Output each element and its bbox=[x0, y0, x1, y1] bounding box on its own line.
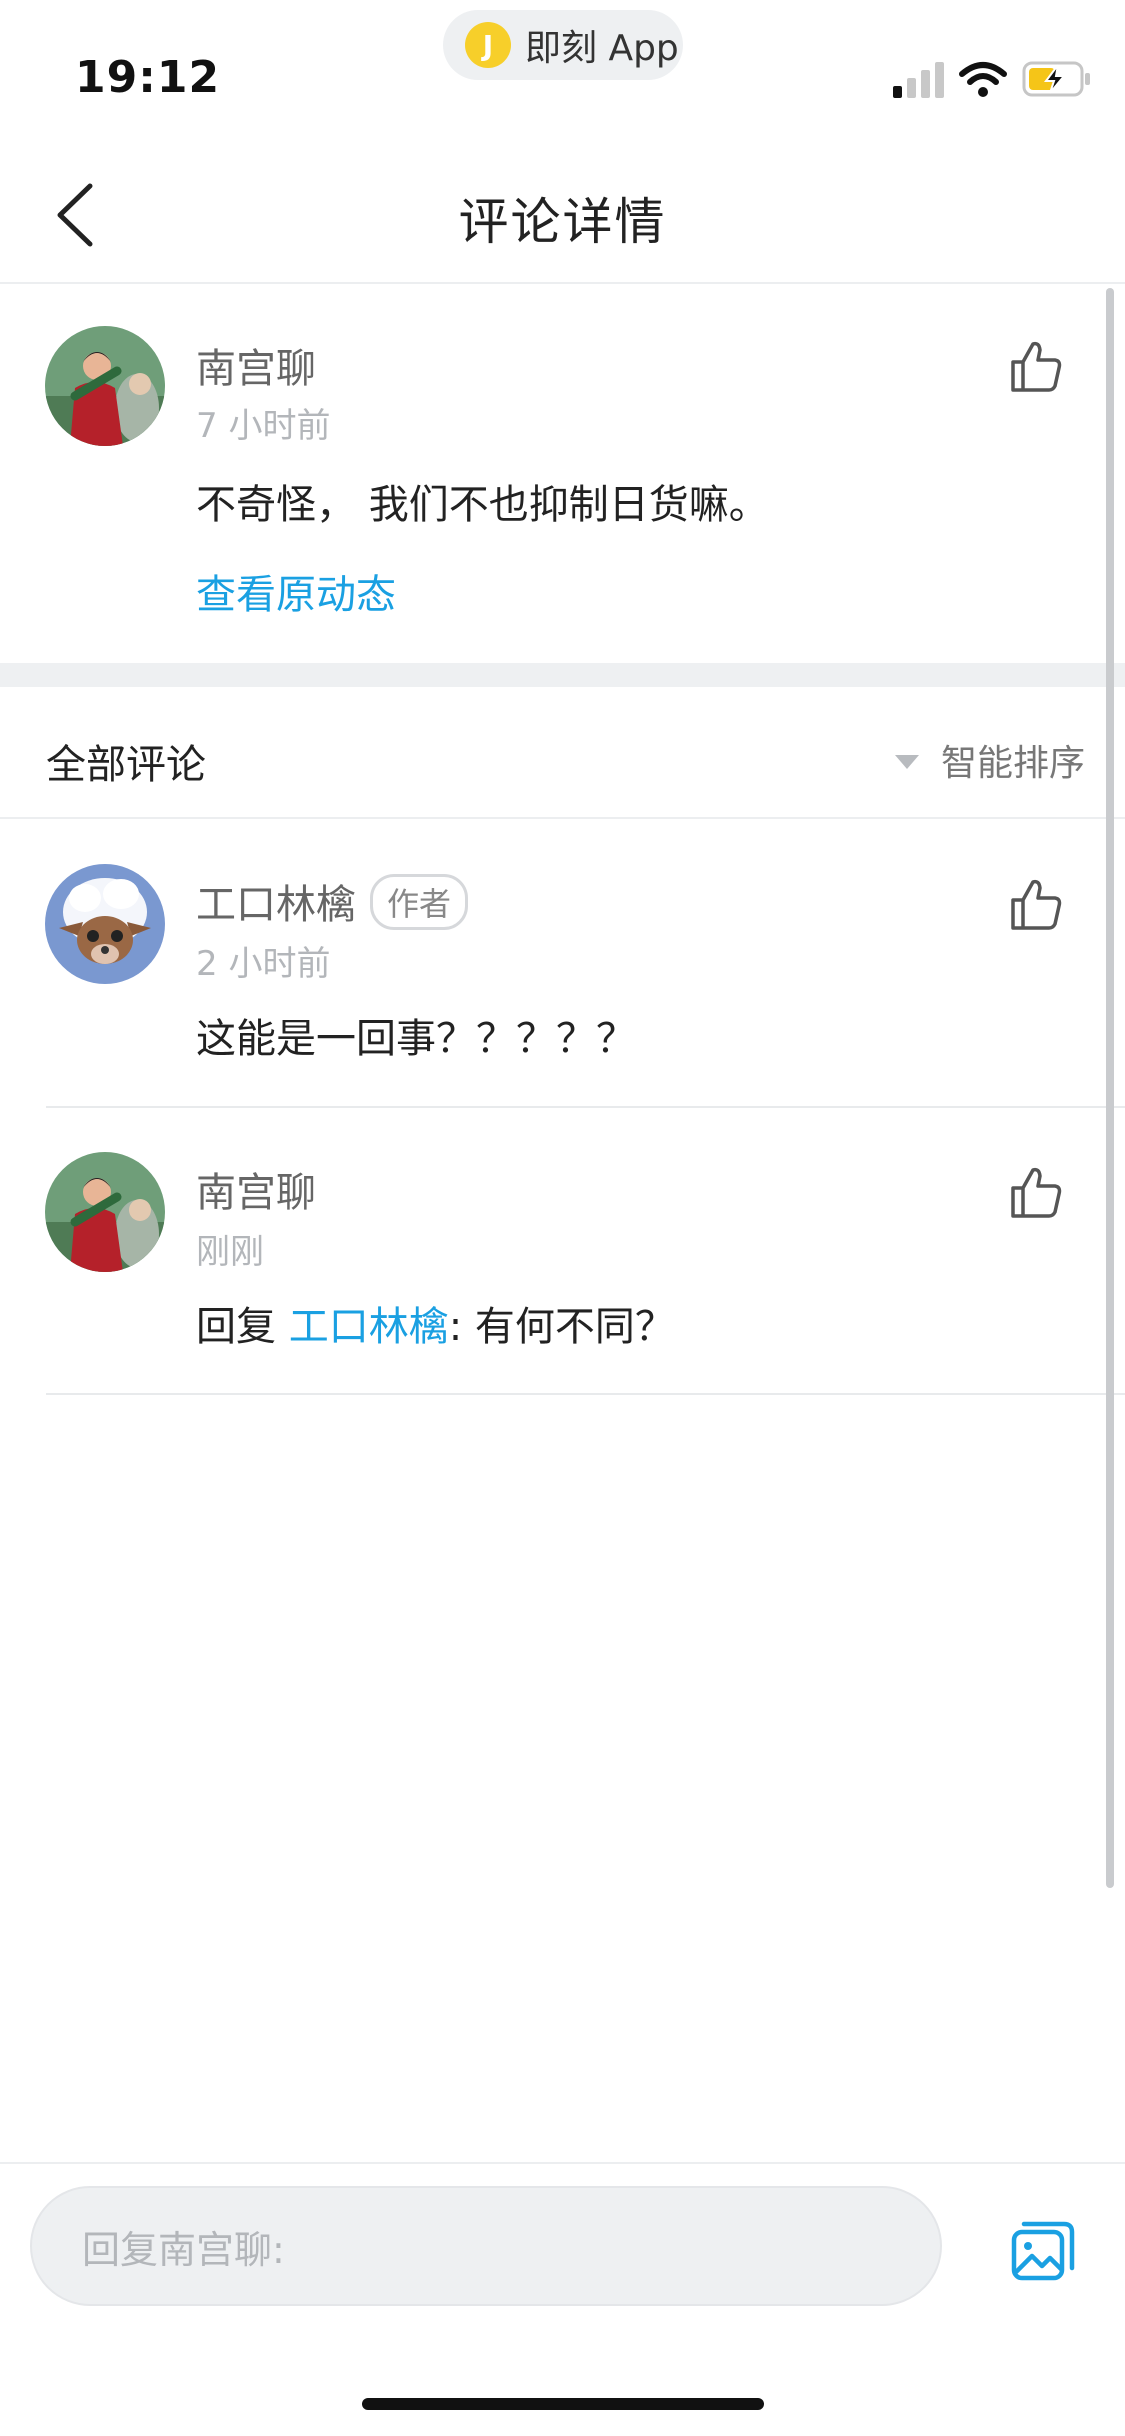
view-original-post-link[interactable]: 查看原动态 bbox=[196, 562, 396, 620]
comment-divider bbox=[46, 1106, 1125, 1108]
home-indicator[interactable] bbox=[362, 2398, 764, 2410]
reply-text: : 有何不同？ bbox=[448, 1304, 675, 1350]
reply-input[interactable]: 回复南宫聊: bbox=[30, 2186, 942, 2306]
like-thumb-icon[interactable] bbox=[1005, 1162, 1065, 1222]
comment-author-name[interactable]: 南宫聊 bbox=[196, 336, 316, 394]
app-pill-label: 即刻 App bbox=[525, 28, 679, 69]
jike-logo-icon: J bbox=[465, 22, 511, 68]
sort-button[interactable]: 智能排序 bbox=[895, 734, 1085, 786]
comment-author-row: 工口林檎 作者 bbox=[196, 872, 469, 930]
avatar-nangongliao[interactable] bbox=[45, 326, 165, 446]
wifi-icon bbox=[959, 62, 1007, 97]
header-divider bbox=[0, 817, 1125, 819]
reply-bar-divider bbox=[0, 2162, 1125, 2164]
reply-prefix: 回复 bbox=[196, 1304, 289, 1350]
reply-input-placeholder: 回复南宫聊: bbox=[82, 2227, 285, 2272]
avatar-nangongliao[interactable] bbox=[45, 1152, 165, 1272]
reply-to-user-link[interactable]: 工口林檎 bbox=[289, 1304, 449, 1350]
page-title: 评论详情 bbox=[458, 193, 667, 251]
comment-time: 2 小时前 bbox=[196, 944, 331, 984]
comment-text: 不奇怪， 我们不也抑制日货嘛。 bbox=[196, 482, 769, 528]
nav-divider bbox=[0, 282, 1125, 284]
all-comments-heading: 全部评论 bbox=[46, 742, 206, 788]
comment-time: 刚刚 bbox=[196, 1232, 264, 1272]
comment-text: 这能是一回事？？？？？ bbox=[196, 1016, 636, 1062]
app-switch-pill[interactable]: J 即刻 App bbox=[443, 10, 683, 80]
avatar-gongkoulinqin[interactable] bbox=[45, 864, 165, 984]
scrollbar[interactable] bbox=[1106, 288, 1114, 1888]
reply-text-row: 回复 工口林檎: 有何不同？ bbox=[196, 1294, 675, 1352]
comment-time: 7 小时前 bbox=[196, 406, 331, 446]
battery-charging-icon bbox=[1022, 61, 1090, 97]
section-separator bbox=[0, 663, 1125, 687]
like-thumb-icon[interactable] bbox=[1005, 874, 1065, 934]
sort-label: 智能排序 bbox=[941, 743, 1086, 784]
cellular-signal-icon bbox=[893, 62, 944, 98]
image-upload-icon[interactable] bbox=[1010, 2218, 1076, 2284]
comment-author-name[interactable]: 工口林檎 bbox=[196, 882, 356, 928]
status-time: 19:12 bbox=[75, 52, 221, 103]
like-thumb-icon[interactable] bbox=[1005, 336, 1065, 396]
comment-author-name[interactable]: 南宫聊 bbox=[196, 1160, 316, 1218]
author-badge: 作者 bbox=[370, 874, 469, 930]
dropdown-triangle-icon bbox=[895, 755, 919, 769]
comment-divider bbox=[46, 1393, 1125, 1395]
